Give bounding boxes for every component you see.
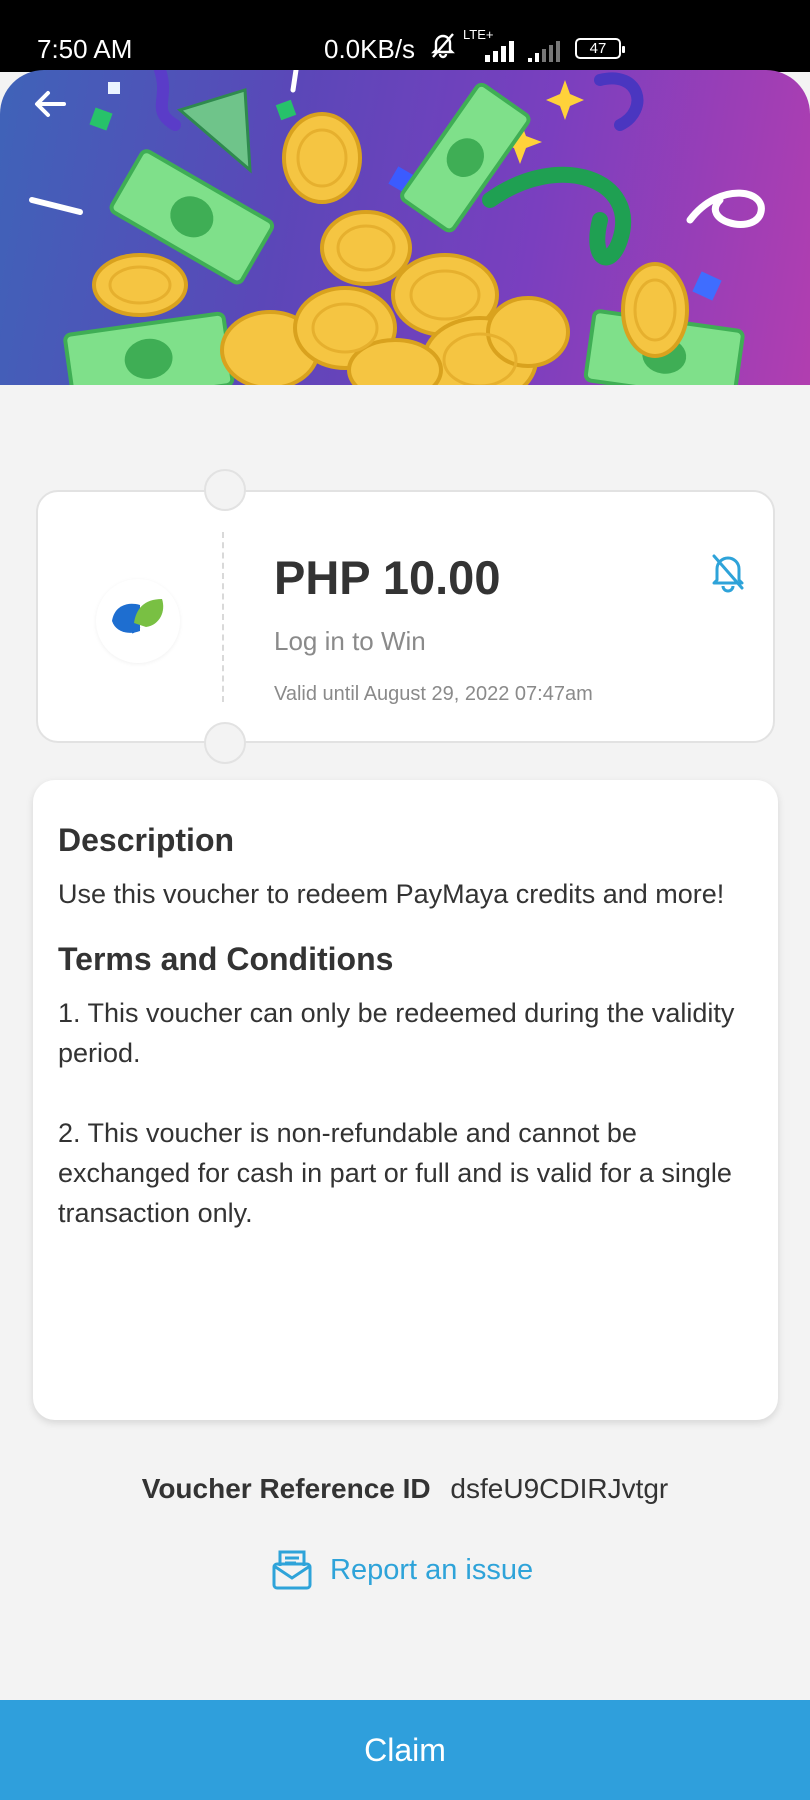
signal-icon (485, 38, 519, 69)
network-speed: 0.0KB/s (324, 34, 416, 64)
voucher-validity: Valid until August 29, 2022 07:47am (274, 683, 593, 705)
status-time: 7:50 AM (37, 34, 133, 64)
reference-label: Voucher Reference ID (141, 1473, 431, 1504)
claim-button[interactable]: Claim (0, 1700, 810, 1800)
ticket-notch (204, 469, 246, 511)
coins-illustration (29, 70, 765, 385)
mail-alert-icon (272, 1550, 312, 1590)
reference-value: dsfeU9CDIRJvtgr (450, 1473, 669, 1504)
ticket-notch (204, 722, 246, 764)
voucher-amount: PHP 10.00 (274, 551, 501, 604)
signal-icon (528, 38, 564, 69)
term-item: 1. This voucher can only be redeemed dur… (58, 998, 735, 1068)
terms-title: Terms and Conditions (58, 941, 394, 977)
paymaya-logo (96, 579, 180, 663)
header-banner (0, 70, 810, 385)
description-text: Use this voucher to redeem PayMaya credi… (58, 879, 725, 909)
back-button[interactable] (30, 84, 86, 140)
bell-muted-icon (428, 30, 458, 67)
voucher-reference: Voucher Reference ID dsfeU9CDIRJvtgr (0, 1473, 810, 1505)
bell-off-icon[interactable] (708, 550, 748, 594)
status-bar: 7:50 AM 0.0KB/s LTE+ 47 (0, 0, 810, 72)
description-card: Description Use this voucher to redeem P… (33, 780, 778, 1420)
report-issue-label: Report an issue (330, 1553, 534, 1586)
ticket-divider (222, 532, 224, 702)
voucher-card[interactable]: PHP 10.00 Log in to Win Valid until Augu… (36, 469, 775, 764)
voucher-subtitle: Log in to Win (274, 626, 426, 656)
arrow-left-icon (35, 91, 66, 117)
term-item: 2. This voucher is non-refundable and ca… (58, 1118, 732, 1228)
report-issue-link[interactable]: Report an issue (270, 1545, 533, 1595)
battery-icon: 47 (575, 38, 625, 59)
description-title: Description (58, 822, 235, 858)
